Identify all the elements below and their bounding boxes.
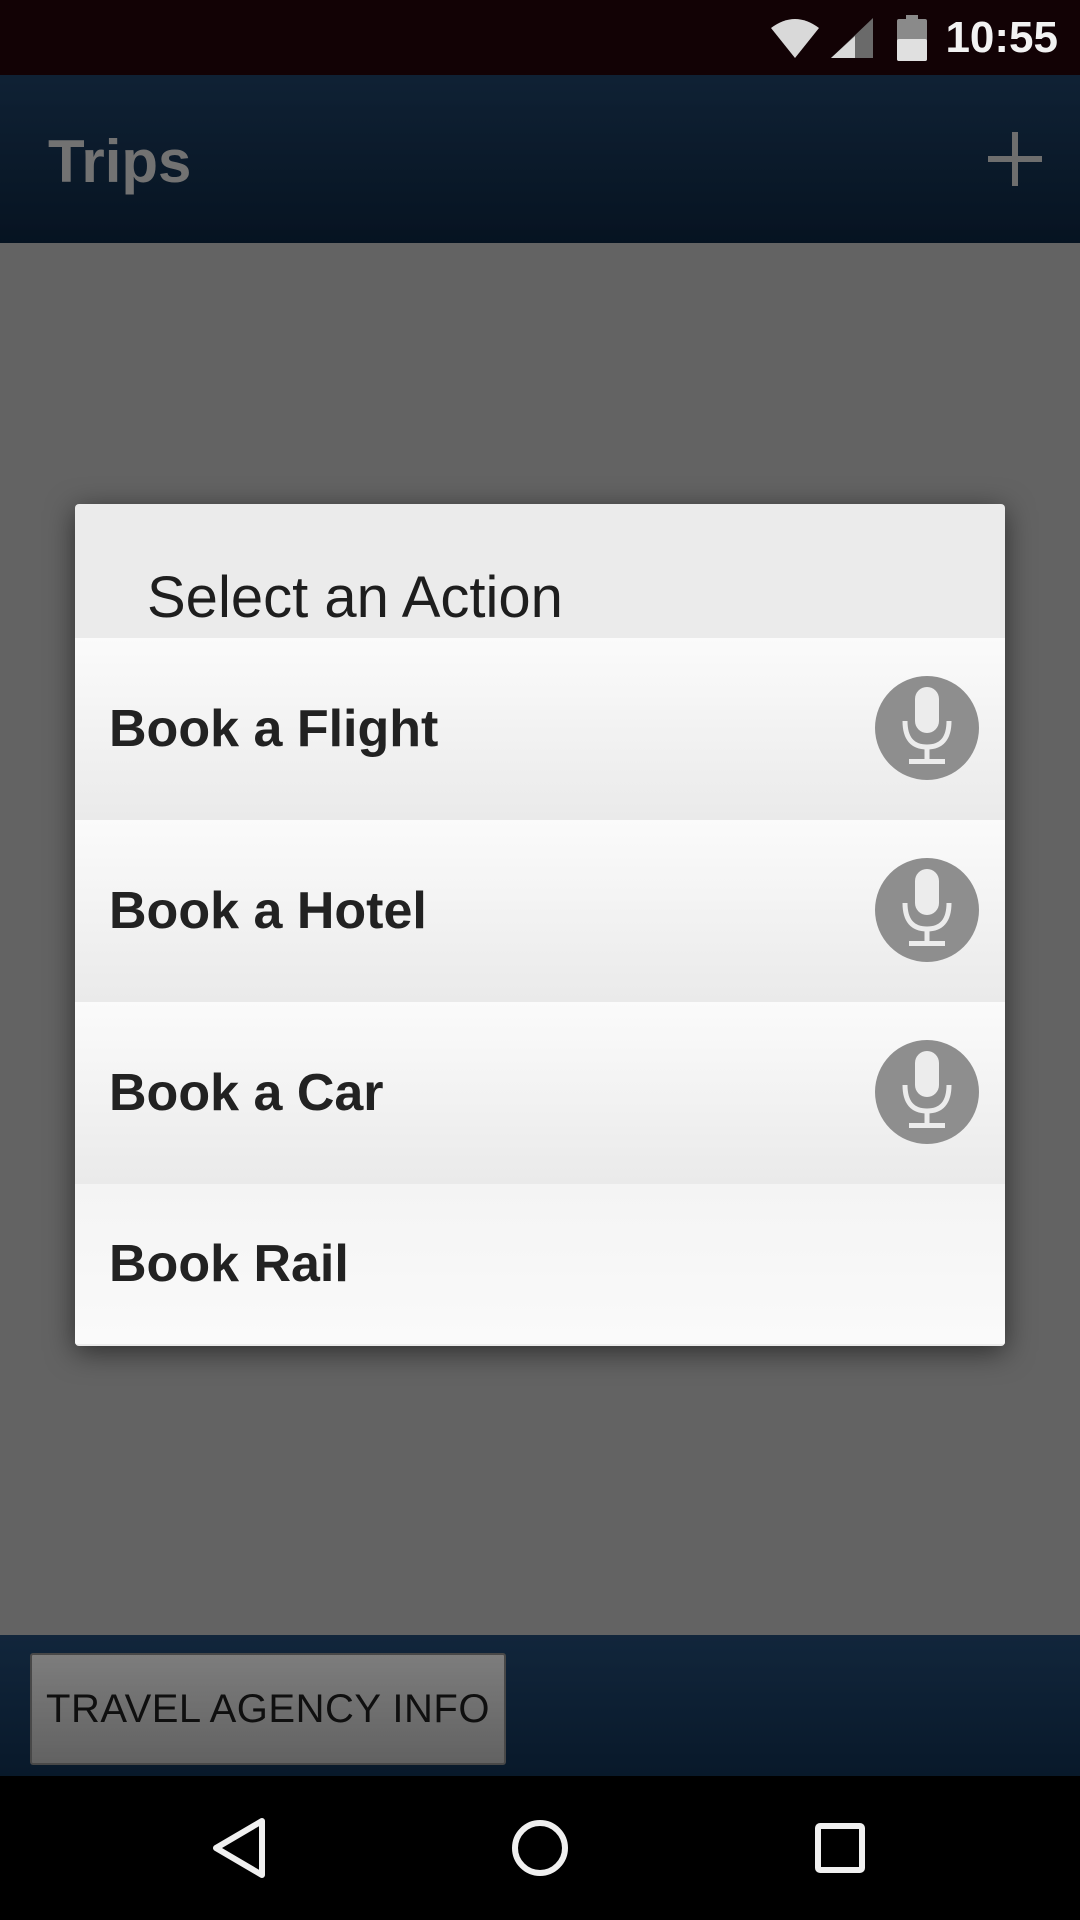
cell-signal-icon	[831, 17, 874, 58]
action-list: Book a Flight Book a Hotel Book a Car Bo…	[75, 638, 1005, 1344]
action-label: Book a Flight	[109, 700, 439, 758]
status-bar: 10:55	[0, 0, 1080, 75]
dialog-title: Select an Action	[147, 565, 563, 630]
action-book-flight[interactable]: Book a Flight	[75, 638, 1005, 820]
recents-button[interactable]	[790, 1798, 890, 1898]
select-action-dialog: Select an Action Book a Flight Book a Ho…	[75, 504, 1005, 1346]
microphone-icon	[902, 1051, 952, 1128]
action-label: Book a Hotel	[109, 882, 427, 940]
voice-flight-button[interactable]	[875, 676, 979, 780]
battery-icon	[897, 14, 928, 61]
recents-icon	[815, 1823, 865, 1873]
screen: 10:55 Trips TRAVEL AGENCY INFO Select an…	[0, 0, 1080, 1920]
status-icons: 10:55	[769, 0, 1058, 75]
action-book-car[interactable]: Book a Car	[75, 1002, 1005, 1184]
microphone-icon	[902, 869, 952, 946]
wifi-icon	[771, 18, 820, 58]
status-time: 10:55	[945, 12, 1058, 62]
voice-car-button[interactable]	[875, 1040, 979, 1144]
home-icon	[512, 1820, 568, 1876]
back-icon	[213, 1818, 265, 1878]
action-label: Book a Car	[109, 1064, 384, 1122]
microphone-icon	[902, 687, 952, 764]
action-label: Book Rail	[109, 1235, 349, 1293]
back-button[interactable]	[190, 1798, 290, 1898]
nav-bar	[0, 1776, 1080, 1920]
action-book-hotel[interactable]: Book a Hotel	[75, 820, 1005, 1002]
action-book-rail[interactable]: Book Rail	[75, 1184, 1005, 1344]
home-button[interactable]	[490, 1798, 590, 1898]
voice-hotel-button[interactable]	[875, 858, 979, 962]
